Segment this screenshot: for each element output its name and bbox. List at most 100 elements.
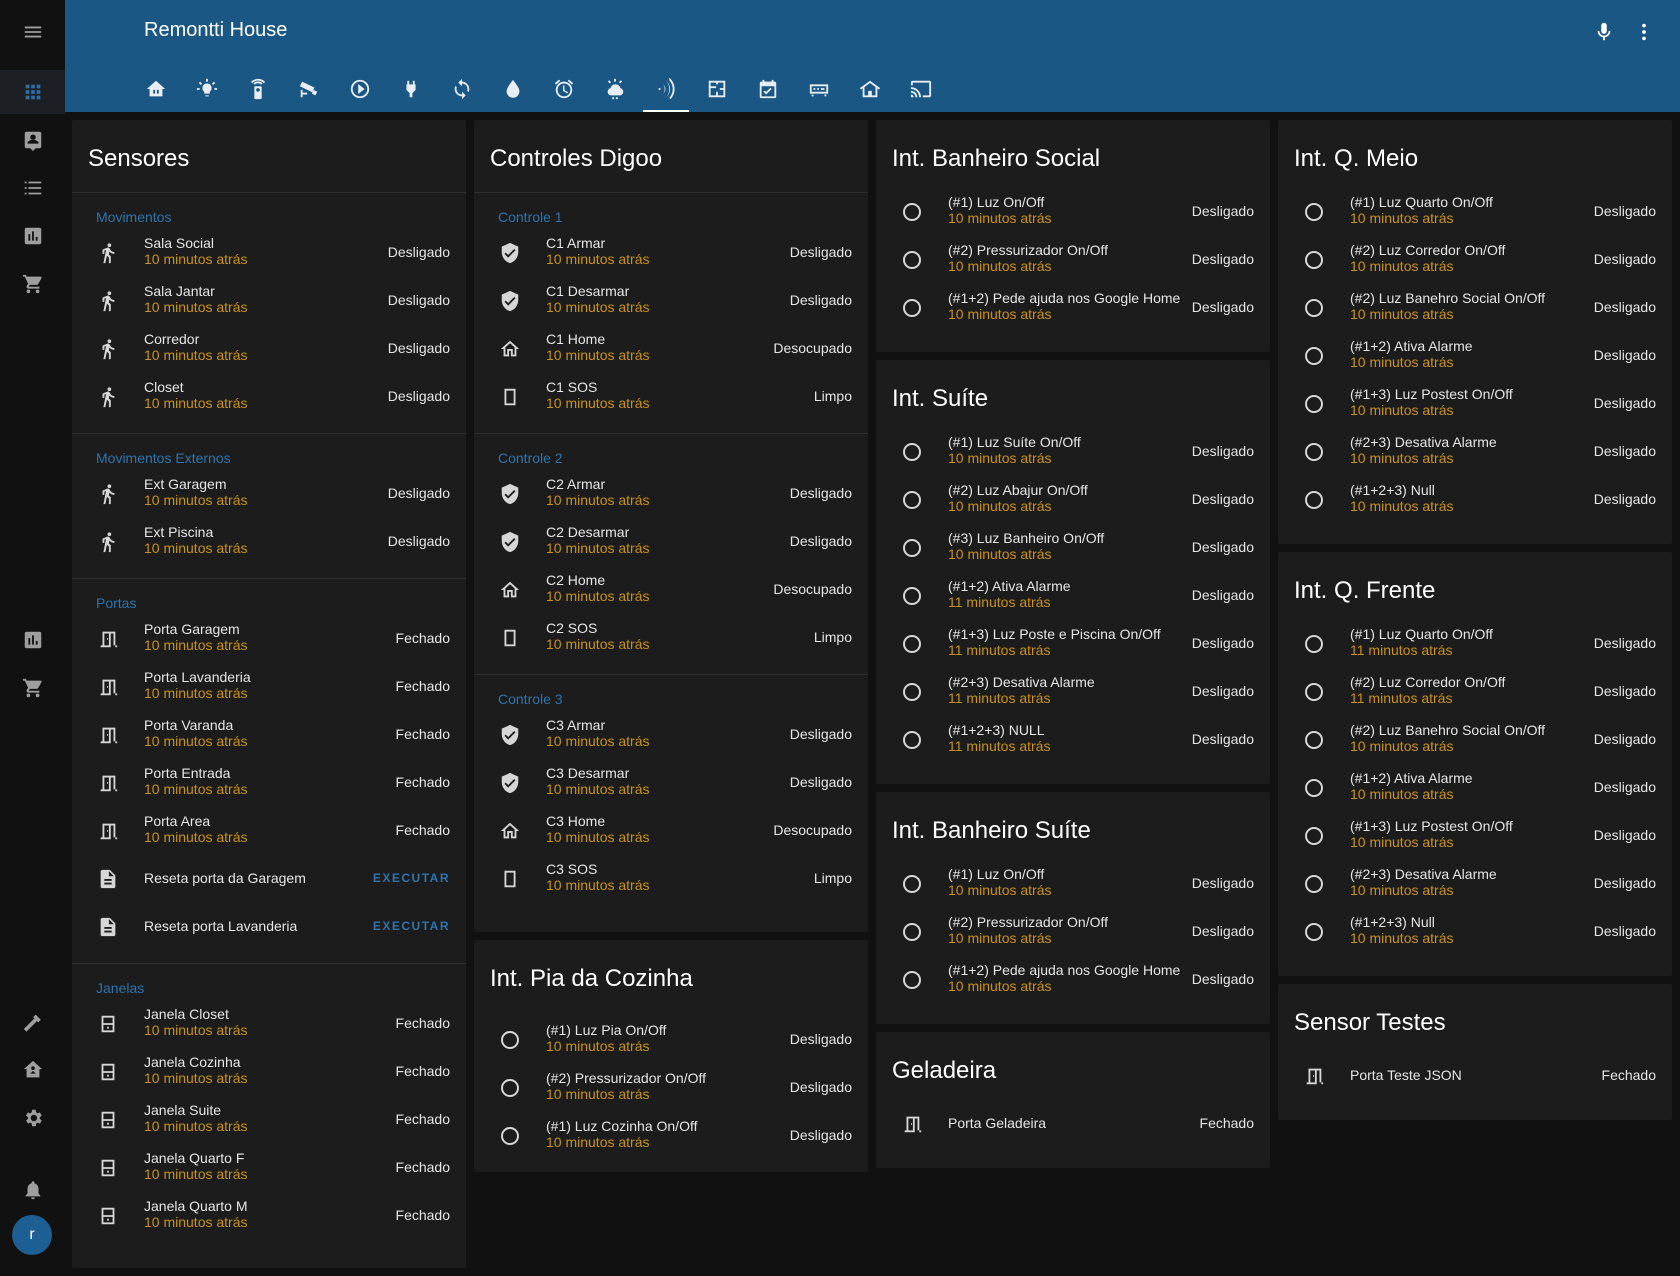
entity-row[interactable]: (#2+3) Desativa Alarme 10 minutos atrás De… [1278, 428, 1672, 476]
entity-row[interactable]: C3 Desarmar 10 minutos atrás Desligado [474, 759, 868, 807]
weather-icon[interactable] [590, 66, 640, 112]
entity-row[interactable]: (#1+3) Luz Poste e Piscina On/Off 11 minu… [876, 620, 1270, 668]
entity-row[interactable]: Janela Quarto M 10 minutos atrás Fechado [72, 1192, 466, 1240]
execute-button[interactable]: EXECUTAR [373, 919, 450, 933]
media-icon[interactable] [335, 66, 385, 112]
entity-row[interactable]: (#3) Luz Banheiro On/Off 10 minutos atrás… [876, 524, 1270, 572]
entity-row[interactable]: C1 SOS 10 minutos atrás Limpo [474, 373, 868, 421]
lightbulb-icon[interactable] [182, 66, 232, 112]
notifications-icon[interactable] [0, 1168, 65, 1212]
entity-row[interactable]: Janela Closet 10 minutos atrás Fechado [72, 1000, 466, 1048]
entity-row[interactable]: C2 Home 10 minutos atrás Desocupado [474, 566, 868, 614]
entity-row[interactable]: Janela Suite 10 minutos atrás Fechado [72, 1096, 466, 1144]
entity-row[interactable]: (#2) Pressurizador On/Off 10 minutos atrá… [474, 1064, 868, 1112]
entity-last-changed: 10 minutos atrás [546, 829, 650, 845]
entity-name: C3 SOS [546, 861, 598, 877]
entity-row[interactable]: (#1+2) Pede ajuda nos Google Home 10 minu… [876, 956, 1270, 1004]
entity-row[interactable]: (#2) Luz Corredor On/Off 11 minutos atrás… [1278, 668, 1672, 716]
door-closed-icon [96, 723, 120, 747]
entity-row[interactable]: Porta Entrada 10 minutos atrás Fechado [72, 759, 466, 807]
shopping-list-icon[interactable] [0, 666, 65, 710]
entity-row[interactable]: (#1+3) Luz Postest On/Off 10 minutos atrá… [1278, 380, 1672, 428]
entity-row[interactable]: C2 Desarmar 10 minutos atrás Desligado [474, 518, 868, 566]
wifi-signal-icon[interactable] [641, 66, 691, 112]
entity-row[interactable]: (#1+2+3) NULL 11 minutos atrás Desligado [876, 716, 1270, 764]
entity-row[interactable]: Porta Geladeira Fechado [876, 1100, 1270, 1148]
entity-row[interactable]: (#1+2) Ativa Alarme 11 minutos atrás Desli… [876, 572, 1270, 620]
map-icon[interactable] [0, 118, 65, 162]
entity-name: (#1+3) Luz Postest On/Off [1350, 818, 1513, 834]
entity-row[interactable]: (#2+3) Desativa Alarme 10 minutos atrás De… [1278, 860, 1672, 908]
entity-row[interactable]: (#1+2+3) Null 10 minutos atrás Desligado [1278, 908, 1672, 956]
entity-row[interactable]: (#2) Pressurizador On/Off 10 minutos atrá… [876, 908, 1270, 956]
alarm-icon[interactable] [539, 66, 589, 112]
entity-row[interactable]: (#1) Luz Suíte On/Off 10 minutos atrás Des… [876, 428, 1270, 476]
water-icon[interactable] [488, 66, 538, 112]
entity-row[interactable]: (#2) Luz Corredor On/Off 10 minutos atrás… [1278, 236, 1672, 284]
entity-row[interactable]: Porta Lavanderia 10 minutos atrás Fechado [72, 663, 466, 711]
entity-row[interactable]: (#1) Luz On/Off 10 minutos atrás Desligado [876, 860, 1270, 908]
calendar-icon[interactable] [743, 66, 793, 112]
entity-row[interactable]: (#1) Luz Quarto On/Off 11 minutos atrás De… [1278, 620, 1672, 668]
entity-row[interactable]: Sala Social 10 minutos atrás Desligado [72, 229, 466, 277]
entity-row[interactable]: Ext Piscina 10 minutos atrás Desligado [72, 518, 466, 566]
entity-row[interactable]: C3 SOS 10 minutos atrás Limpo [474, 855, 868, 903]
entity-row[interactable]: Porta Area 10 minutos atrás Fechado [72, 807, 466, 855]
entity-name: (#1) Luz Cozinha On/Off [546, 1118, 698, 1134]
entity-row[interactable]: (#1+2+3) Null 10 minutos atrás Desligado [1278, 476, 1672, 524]
entity-row[interactable]: Janela Quarto F 10 minutos atrás Fechado [72, 1144, 466, 1192]
entity-row[interactable]: C2 SOS 10 minutos atrás Limpo [474, 614, 868, 662]
entity-row[interactable]: Closet 10 minutos atrás Desligado [72, 373, 466, 421]
entity-row[interactable]: (#2) Luz Abajur On/Off 10 minutos atrás De… [876, 476, 1270, 524]
menu-icon[interactable] [0, 10, 65, 54]
entity-row[interactable]: C1 Desarmar 10 minutos atrás Desligado [474, 277, 868, 325]
floorplan-icon[interactable] [692, 66, 742, 112]
settings-icon[interactable] [0, 1096, 65, 1140]
entity-row[interactable]: (#2+3) Desativa Alarme 11 minutos atrás De… [876, 668, 1270, 716]
entity-row[interactable]: (#1+3) Luz Postest On/Off 10 minutos atrá… [1278, 812, 1672, 860]
entity-row[interactable]: (#1) Luz Cozinha On/Off 10 minutos atrás D… [474, 1112, 868, 1160]
entity-row[interactable]: Porta Garagem 10 minutos atrás Fechado [72, 615, 466, 663]
avatar[interactable]: r [12, 1215, 52, 1255]
overview-icon[interactable] [0, 70, 65, 114]
entity-last-changed: 10 minutos atrás [948, 306, 1052, 322]
entity-row[interactable]: (#1+2) Ativa Alarme 10 minutos atrás Desli… [1278, 332, 1672, 380]
microphone-icon[interactable] [1592, 20, 1616, 44]
logbook-icon[interactable] [0, 166, 65, 210]
entity-row[interactable]: (#1) Luz Quarto On/Off 10 minutos atrás De… [1278, 188, 1672, 236]
cast-icon[interactable] [896, 66, 946, 112]
receiver-icon[interactable] [794, 66, 844, 112]
entity-row[interactable]: C3 Home 10 minutos atrás Desocupado [474, 807, 868, 855]
entity-row[interactable]: Corredor 10 minutos atrás Desligado [72, 325, 466, 373]
energy-icon[interactable] [0, 618, 65, 662]
radio-off-icon [900, 728, 924, 752]
entity-row[interactable]: C1 Home 10 minutos atrás Desocupado [474, 325, 868, 373]
execute-button[interactable]: EXECUTAR [373, 871, 450, 885]
entity-row[interactable]: C1 Armar 10 minutos atrás Desligado [474, 229, 868, 277]
entity-row[interactable]: Porta Varanda 10 minutos atrás Fechado [72, 711, 466, 759]
more-vert-icon[interactable] [1632, 20, 1656, 44]
history-icon[interactable] [0, 214, 65, 258]
entity-row[interactable]: (#1+2) Pede ajuda nos Google Home 10 minu… [876, 284, 1270, 332]
home-assistant-icon[interactable] [0, 1048, 65, 1092]
entity-row[interactable]: C3 Armar 10 minutos atrás Desligado [474, 711, 868, 759]
entity-row[interactable]: (#2) Pressurizador On/Off 10 minutos atrá… [876, 236, 1270, 284]
entity-row[interactable]: (#1+2) Ativa Alarme 10 minutos atrás Desli… [1278, 764, 1672, 812]
entity-row[interactable]: C2 Armar 10 minutos atrás Desligado [474, 470, 868, 518]
home-icon[interactable] [131, 66, 181, 112]
entity-row[interactable]: (#2) Luz Banehro Social On/Off 10 minutos… [1278, 284, 1672, 332]
cctv-icon[interactable] [284, 66, 334, 112]
entity-row[interactable]: Porta Teste JSON Fechado [1278, 1052, 1672, 1100]
entity-row[interactable]: Sala Jantar 10 minutos atrás Desligado [72, 277, 466, 325]
power-plug-icon[interactable] [386, 66, 436, 112]
shopping-cart-icon[interactable] [0, 262, 65, 306]
house-icon[interactable] [845, 66, 895, 112]
entity-row[interactable]: (#1) Luz Pia On/Off 10 minutos atrás Desli… [474, 1016, 868, 1064]
entity-row[interactable]: Ext Garagem 10 minutos atrás Desligado [72, 470, 466, 518]
entity-row[interactable]: (#1) Luz On/Off 10 minutos atrás Desligado [876, 188, 1270, 236]
remote-icon[interactable] [233, 66, 283, 112]
entity-row[interactable]: (#2) Luz Banehro Social On/Off 10 minutos… [1278, 716, 1672, 764]
developer-tools-icon[interactable] [0, 1000, 65, 1044]
sync-icon[interactable] [437, 66, 487, 112]
entity-row[interactable]: Janela Cozinha 10 minutos atrás Fechado [72, 1048, 466, 1096]
